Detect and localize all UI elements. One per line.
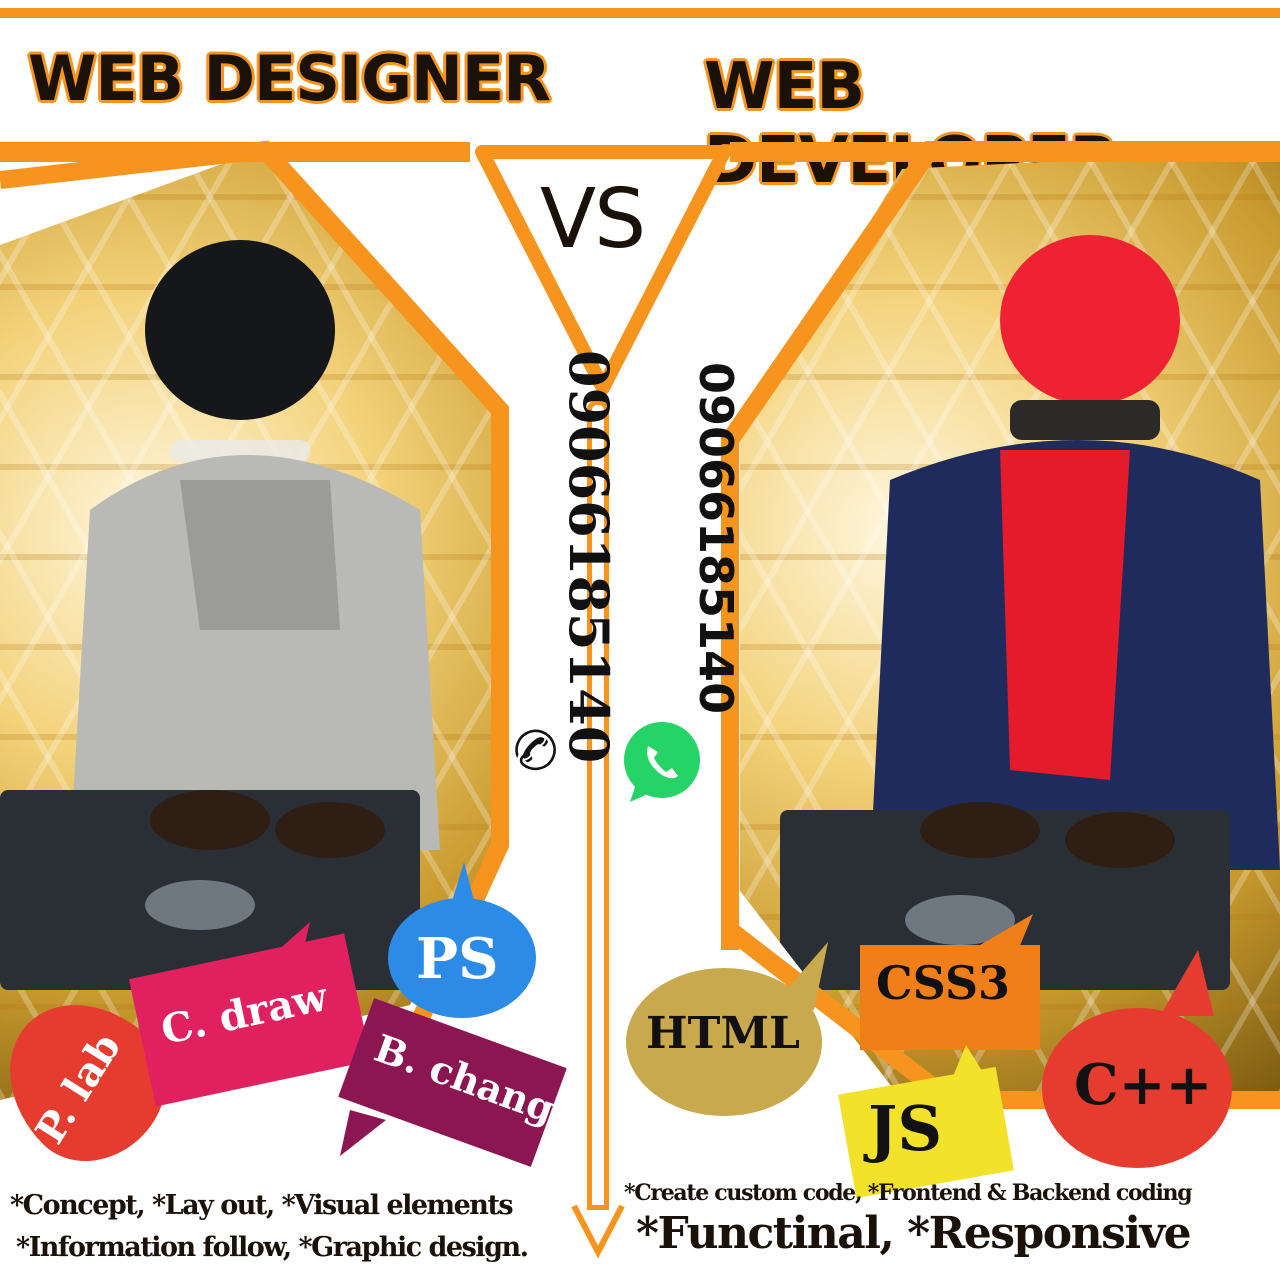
whatsapp-icon[interactable] bbox=[614, 714, 710, 810]
js-label: JS bbox=[868, 1092, 943, 1165]
vs-label: VS bbox=[540, 172, 646, 267]
center-arrow-head bbox=[571, 1204, 625, 1259]
phone-number-right[interactable]: 09066185140 bbox=[689, 362, 743, 714]
cpp-badge-tail bbox=[1160, 950, 1214, 1016]
ps-label: PS bbox=[416, 926, 499, 992]
designer-skills-line1: *Concept, *Lay out, *Visual elements bbox=[10, 1190, 514, 1221]
phone-number-left[interactable]: 09066185140 bbox=[557, 350, 621, 763]
top-border bbox=[0, 8, 1280, 18]
html-label: HTML bbox=[646, 1008, 800, 1059]
c-draw-badge-tail bbox=[258, 922, 310, 974]
developer-skills-line1: *Create custom code, *Frontend & Backend… bbox=[624, 1180, 1193, 1206]
header-band-left bbox=[0, 142, 470, 162]
cpp-label: C++ bbox=[1074, 1052, 1213, 1118]
b-change-badge-tail bbox=[340, 1110, 386, 1156]
developer-skills-line2: *Functinal, *Responsive bbox=[636, 1208, 1192, 1259]
css3-badge-tail bbox=[975, 914, 1033, 948]
ps-badge-tail bbox=[450, 862, 476, 908]
css3-label: CSS3 bbox=[876, 956, 1011, 1010]
html-badge-tail bbox=[774, 942, 828, 1010]
header-band-right bbox=[730, 142, 1280, 162]
designer-skills-line2: *Information follow, *Graphic design. bbox=[16, 1232, 529, 1263]
web-designer-title: WEB DESIGNER bbox=[28, 42, 551, 115]
js-badge-tail bbox=[946, 1045, 992, 1093]
